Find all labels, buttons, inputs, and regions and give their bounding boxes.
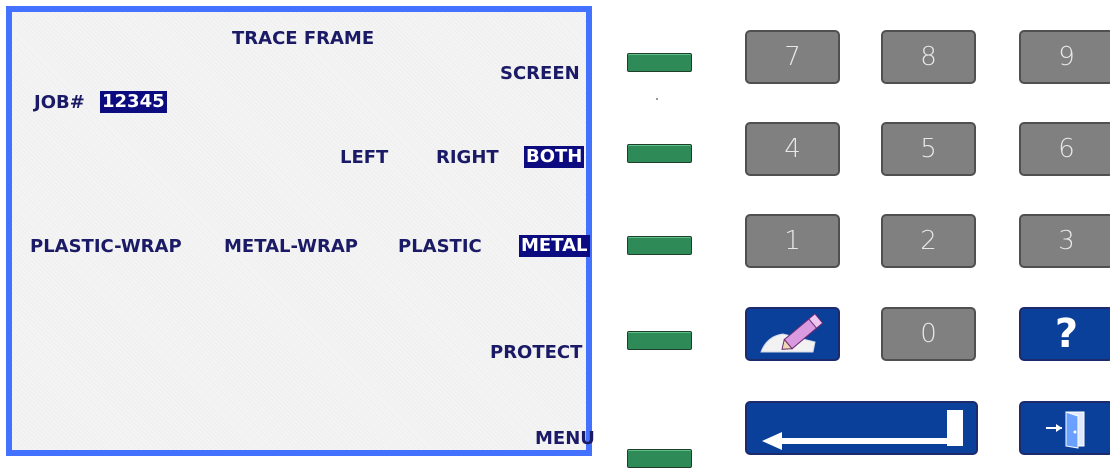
- material-option-metal-wrap[interactable]: METAL-WRAP: [224, 236, 358, 258]
- job-number-field[interactable]: 12345: [100, 91, 167, 113]
- exit-key[interactable]: [1019, 401, 1110, 455]
- job-label: JOB#: [34, 92, 85, 113]
- key-9[interactable]: 9: [1019, 30, 1110, 84]
- softkey-3[interactable]: [627, 236, 692, 255]
- key-2[interactable]: 2: [881, 214, 976, 268]
- pencil-eraser-icon: [753, 312, 833, 356]
- key-4[interactable]: 4: [745, 122, 840, 176]
- key-3[interactable]: 3: [1019, 214, 1110, 268]
- protect-label[interactable]: PROTECT: [490, 342, 582, 364]
- key-7[interactable]: 7: [745, 30, 840, 84]
- help-key[interactable]: ?: [1019, 307, 1110, 361]
- key-8[interactable]: 8: [881, 30, 976, 84]
- side-option-right[interactable]: RIGHT: [436, 147, 499, 169]
- material-option-metal[interactable]: METAL: [519, 235, 590, 257]
- key-0[interactable]: 0: [881, 307, 976, 361]
- key-5[interactable]: 5: [881, 122, 976, 176]
- enter-key[interactable]: [745, 401, 978, 455]
- side-option-both[interactable]: BOTH: [524, 146, 585, 168]
- key-1[interactable]: 1: [745, 214, 840, 268]
- softkey-4[interactable]: [627, 331, 692, 350]
- indicator-dot: [656, 98, 658, 100]
- material-option-plastic[interactable]: PLASTIC: [398, 236, 482, 258]
- exit-door-icon: [1042, 406, 1092, 450]
- material-option-plastic-wrap[interactable]: PLASTIC-WRAP: [30, 236, 182, 258]
- edit-key[interactable]: [745, 307, 840, 361]
- enter-arrow-icon: [752, 406, 972, 450]
- softkey-1[interactable]: [627, 53, 692, 72]
- side-option-left[interactable]: LEFT: [340, 147, 388, 169]
- screen-softkey-label[interactable]: SCREEN: [500, 63, 580, 85]
- key-6[interactable]: 6: [1019, 122, 1110, 176]
- softkey-5[interactable]: [627, 449, 692, 468]
- lcd-screen: TRACE FRAME SCREEN JOB# 12345 LEFT RIGHT…: [6, 6, 595, 456]
- menu-label[interactable]: MENU: [535, 428, 595, 450]
- softkey-2[interactable]: [627, 144, 692, 163]
- screen-title: TRACE FRAME: [232, 28, 375, 49]
